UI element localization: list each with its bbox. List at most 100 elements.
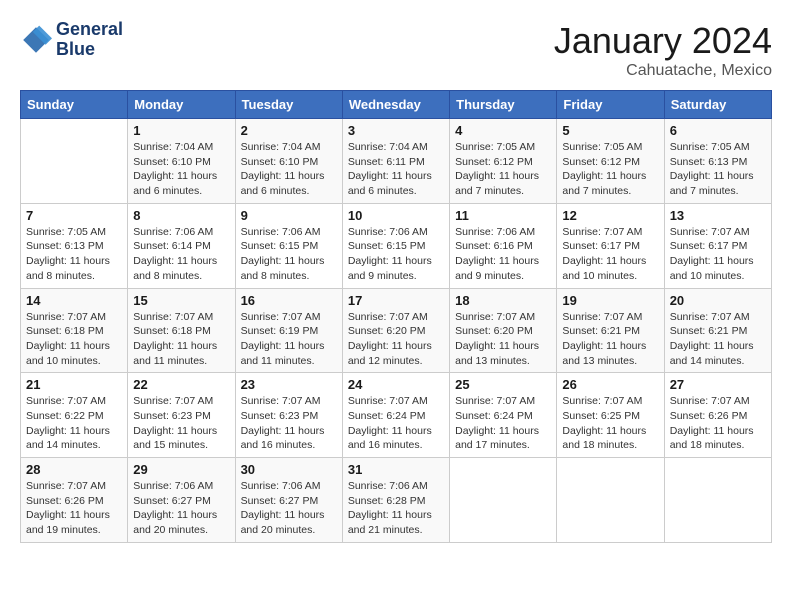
day-number: 13 — [670, 208, 766, 223]
weekday-header: Sunday — [21, 91, 128, 119]
day-content: Sunrise: 7:05 AMSunset: 6:13 PMDaylight:… — [670, 140, 766, 199]
day-content: Sunrise: 7:05 AMSunset: 6:12 PMDaylight:… — [562, 140, 658, 199]
day-number: 5 — [562, 123, 658, 138]
calendar-week-row: 1 Sunrise: 7:04 AMSunset: 6:10 PMDaylight… — [21, 119, 772, 204]
day-content: Sunrise: 7:07 AMSunset: 6:17 PMDaylight:… — [562, 225, 658, 284]
day-content: Sunrise: 7:07 AMSunset: 6:17 PMDaylight:… — [670, 225, 766, 284]
calendar-day-cell: 10 Sunrise: 7:06 AMSunset: 6:15 PMDayligh… — [342, 203, 449, 288]
weekday-header: Thursday — [450, 91, 557, 119]
calendar-day-cell: 27Sunrise: 7:07 AMSunset: 6:26 PMDayligh… — [664, 373, 771, 458]
title-block: January 2024 Cahuatache, Mexico — [554, 20, 772, 80]
calendar-day-cell: 8 Sunrise: 7:06 AMSunset: 6:14 PMDaylight… — [128, 203, 235, 288]
calendar-day-cell: 25Sunrise: 7:07 AMSunset: 6:24 PMDayligh… — [450, 373, 557, 458]
calendar-day-cell — [450, 458, 557, 543]
calendar-table: SundayMondayTuesdayWednesdayThursdayFrid… — [20, 90, 772, 543]
calendar-day-cell — [664, 458, 771, 543]
calendar-day-cell: 28 Sunrise: 7:07 AMSunset: 6:26 PMDayligh… — [21, 458, 128, 543]
weekday-header: Tuesday — [235, 91, 342, 119]
calendar-day-cell: 20 Sunrise: 7:07 AMSunset: 6:21 PMDayligh… — [664, 288, 771, 373]
month-title: January 2024 — [554, 20, 772, 62]
day-content: Sunrise: 7:07 AMSunset: 6:21 PMDaylight:… — [562, 310, 658, 369]
day-content: Sunrise: 7:07 AMSunset: 6:21 PMDaylight:… — [670, 310, 766, 369]
day-content: Sunrise: 7:05 AMSunset: 6:12 PMDaylight:… — [455, 140, 551, 199]
day-content: Sunrise: 7:06 AMSunset: 6:28 PMDaylight:… — [348, 479, 444, 538]
day-content: Sunrise: 7:07 AMSunset: 6:23 PMDaylight:… — [241, 394, 337, 453]
calendar-body: 1 Sunrise: 7:04 AMSunset: 6:10 PMDaylight… — [21, 119, 772, 543]
day-content: Sunrise: 7:06 AMSunset: 6:14 PMDaylight:… — [133, 225, 229, 284]
weekday-header: Monday — [128, 91, 235, 119]
day-number: 1 — [133, 123, 229, 138]
logo: General Blue — [20, 20, 123, 60]
location: Cahuatache, Mexico — [554, 62, 772, 80]
weekday-header: Friday — [557, 91, 664, 119]
day-number: 28 — [26, 462, 122, 477]
day-content: Sunrise: 7:04 AMSunset: 6:11 PMDaylight:… — [348, 140, 444, 199]
day-content: Sunrise: 7:04 AMSunset: 6:10 PMDaylight:… — [241, 140, 337, 199]
calendar-week-row: 7Sunrise: 7:05 AMSunset: 6:13 PMDaylight… — [21, 203, 772, 288]
calendar-day-cell: 16 Sunrise: 7:07 AMSunset: 6:19 PMDayligh… — [235, 288, 342, 373]
calendar-day-cell: 31 Sunrise: 7:06 AMSunset: 6:28 PMDayligh… — [342, 458, 449, 543]
day-number: 16 — [241, 293, 337, 308]
day-content: Sunrise: 7:06 AMSunset: 6:15 PMDaylight:… — [241, 225, 337, 284]
day-number: 24 — [348, 377, 444, 392]
calendar-day-cell — [21, 119, 128, 204]
day-content: Sunrise: 7:07 AMSunset: 6:20 PMDaylight:… — [455, 310, 551, 369]
day-content: Sunrise: 7:07 AMSunset: 6:19 PMDaylight:… — [241, 310, 337, 369]
calendar-day-cell: 12 Sunrise: 7:07 AMSunset: 6:17 PMDayligh… — [557, 203, 664, 288]
day-number: 30 — [241, 462, 337, 477]
day-content: Sunrise: 7:07 AMSunset: 6:24 PMDaylight:… — [348, 394, 444, 453]
calendar-day-cell: 17Sunrise: 7:07 AMSunset: 6:20 PMDayligh… — [342, 288, 449, 373]
day-number: 3 — [348, 123, 444, 138]
day-content: Sunrise: 7:04 AMSunset: 6:10 PMDaylight:… — [133, 140, 229, 199]
day-number: 19 — [562, 293, 658, 308]
calendar-day-cell: 19 Sunrise: 7:07 AMSunset: 6:21 PMDayligh… — [557, 288, 664, 373]
weekday-header: Saturday — [664, 91, 771, 119]
calendar-day-cell: 18 Sunrise: 7:07 AMSunset: 6:20 PMDayligh… — [450, 288, 557, 373]
calendar-day-cell: 21 Sunrise: 7:07 AMSunset: 6:22 PMDayligh… — [21, 373, 128, 458]
day-content: Sunrise: 7:07 AMSunset: 6:26 PMDaylight:… — [26, 479, 122, 538]
page-header: General Blue January 2024 Cahuatache, Me… — [20, 20, 772, 80]
day-number: 26 — [562, 377, 658, 392]
weekday-header: Wednesday — [342, 91, 449, 119]
day-number: 31 — [348, 462, 444, 477]
day-number: 8 — [133, 208, 229, 223]
day-content: Sunrise: 7:06 AMSunset: 6:15 PMDaylight:… — [348, 225, 444, 284]
calendar-day-cell: 3 Sunrise: 7:04 AMSunset: 6:11 PMDaylight… — [342, 119, 449, 204]
calendar-day-cell: 23 Sunrise: 7:07 AMSunset: 6:23 PMDayligh… — [235, 373, 342, 458]
calendar-day-cell: 14 Sunrise: 7:07 AMSunset: 6:18 PMDayligh… — [21, 288, 128, 373]
day-content: Sunrise: 7:06 AMSunset: 6:27 PMDaylight:… — [133, 479, 229, 538]
day-number: 7 — [26, 208, 122, 223]
calendar-day-cell: 24 Sunrise: 7:07 AMSunset: 6:24 PMDayligh… — [342, 373, 449, 458]
day-content: Sunrise: 7:07 AMSunset: 6:18 PMDaylight:… — [26, 310, 122, 369]
calendar-day-cell: 30Sunrise: 7:06 AMSunset: 6:27 PMDayligh… — [235, 458, 342, 543]
day-content: Sunrise: 7:07 AMSunset: 6:25 PMDaylight:… — [562, 394, 658, 453]
calendar-day-cell — [557, 458, 664, 543]
day-number: 21 — [26, 377, 122, 392]
calendar-day-cell: 2Sunrise: 7:04 AMSunset: 6:10 PMDaylight… — [235, 119, 342, 204]
day-content: Sunrise: 7:07 AMSunset: 6:22 PMDaylight:… — [26, 394, 122, 453]
day-number: 6 — [670, 123, 766, 138]
calendar-day-cell: 9 Sunrise: 7:06 AMSunset: 6:15 PMDaylight… — [235, 203, 342, 288]
day-number: 18 — [455, 293, 551, 308]
day-number: 23 — [241, 377, 337, 392]
day-content: Sunrise: 7:06 AMSunset: 6:16 PMDaylight:… — [455, 225, 551, 284]
day-number: 20 — [670, 293, 766, 308]
calendar-day-cell: 26 Sunrise: 7:07 AMSunset: 6:25 PMDayligh… — [557, 373, 664, 458]
day-number: 25 — [455, 377, 551, 392]
calendar-day-cell: 11Sunrise: 7:06 AMSunset: 6:16 PMDayligh… — [450, 203, 557, 288]
calendar-day-cell: 15Sunrise: 7:07 AMSunset: 6:18 PMDayligh… — [128, 288, 235, 373]
calendar-day-cell: 29Sunrise: 7:06 AMSunset: 6:27 PMDayligh… — [128, 458, 235, 543]
day-number: 14 — [26, 293, 122, 308]
calendar-week-row: 14 Sunrise: 7:07 AMSunset: 6:18 PMDayligh… — [21, 288, 772, 373]
day-content: Sunrise: 7:07 AMSunset: 6:26 PMDaylight:… — [670, 394, 766, 453]
day-number: 9 — [241, 208, 337, 223]
calendar-day-cell: 22Sunrise: 7:07 AMSunset: 6:23 PMDayligh… — [128, 373, 235, 458]
day-number: 10 — [348, 208, 444, 223]
calendar-week-row: 28 Sunrise: 7:07 AMSunset: 6:26 PMDayligh… — [21, 458, 772, 543]
day-number: 17 — [348, 293, 444, 308]
logo-text: General Blue — [56, 20, 123, 60]
day-number: 12 — [562, 208, 658, 223]
day-number: 15 — [133, 293, 229, 308]
calendar-week-row: 21 Sunrise: 7:07 AMSunset: 6:22 PMDayligh… — [21, 373, 772, 458]
calendar-day-cell: 5 Sunrise: 7:05 AMSunset: 6:12 PMDaylight… — [557, 119, 664, 204]
